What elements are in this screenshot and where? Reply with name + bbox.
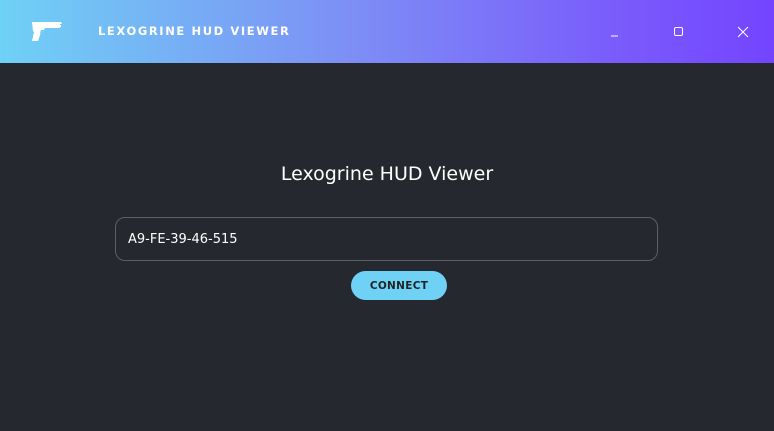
minimize-icon — [611, 35, 618, 37]
title-bar[interactable]: LEXOGRINE HUD VIEWER — [0, 0, 774, 63]
app-window: LEXOGRINE HUD VIEWER Lexogrine HUD Viewe… — [0, 0, 774, 431]
minimize-button[interactable] — [603, 20, 627, 44]
pistol-icon — [31, 20, 63, 42]
close-button[interactable] — [731, 20, 755, 44]
address-input[interactable] — [115, 217, 658, 261]
maximize-icon — [674, 27, 683, 36]
maximize-button[interactable] — [667, 20, 691, 44]
page-title: Lexogrine HUD Viewer — [280, 163, 494, 185]
close-icon — [737, 26, 749, 38]
connect-button[interactable]: CONNECT — [351, 271, 447, 300]
app-title: LEXOGRINE HUD VIEWER — [98, 24, 291, 38]
